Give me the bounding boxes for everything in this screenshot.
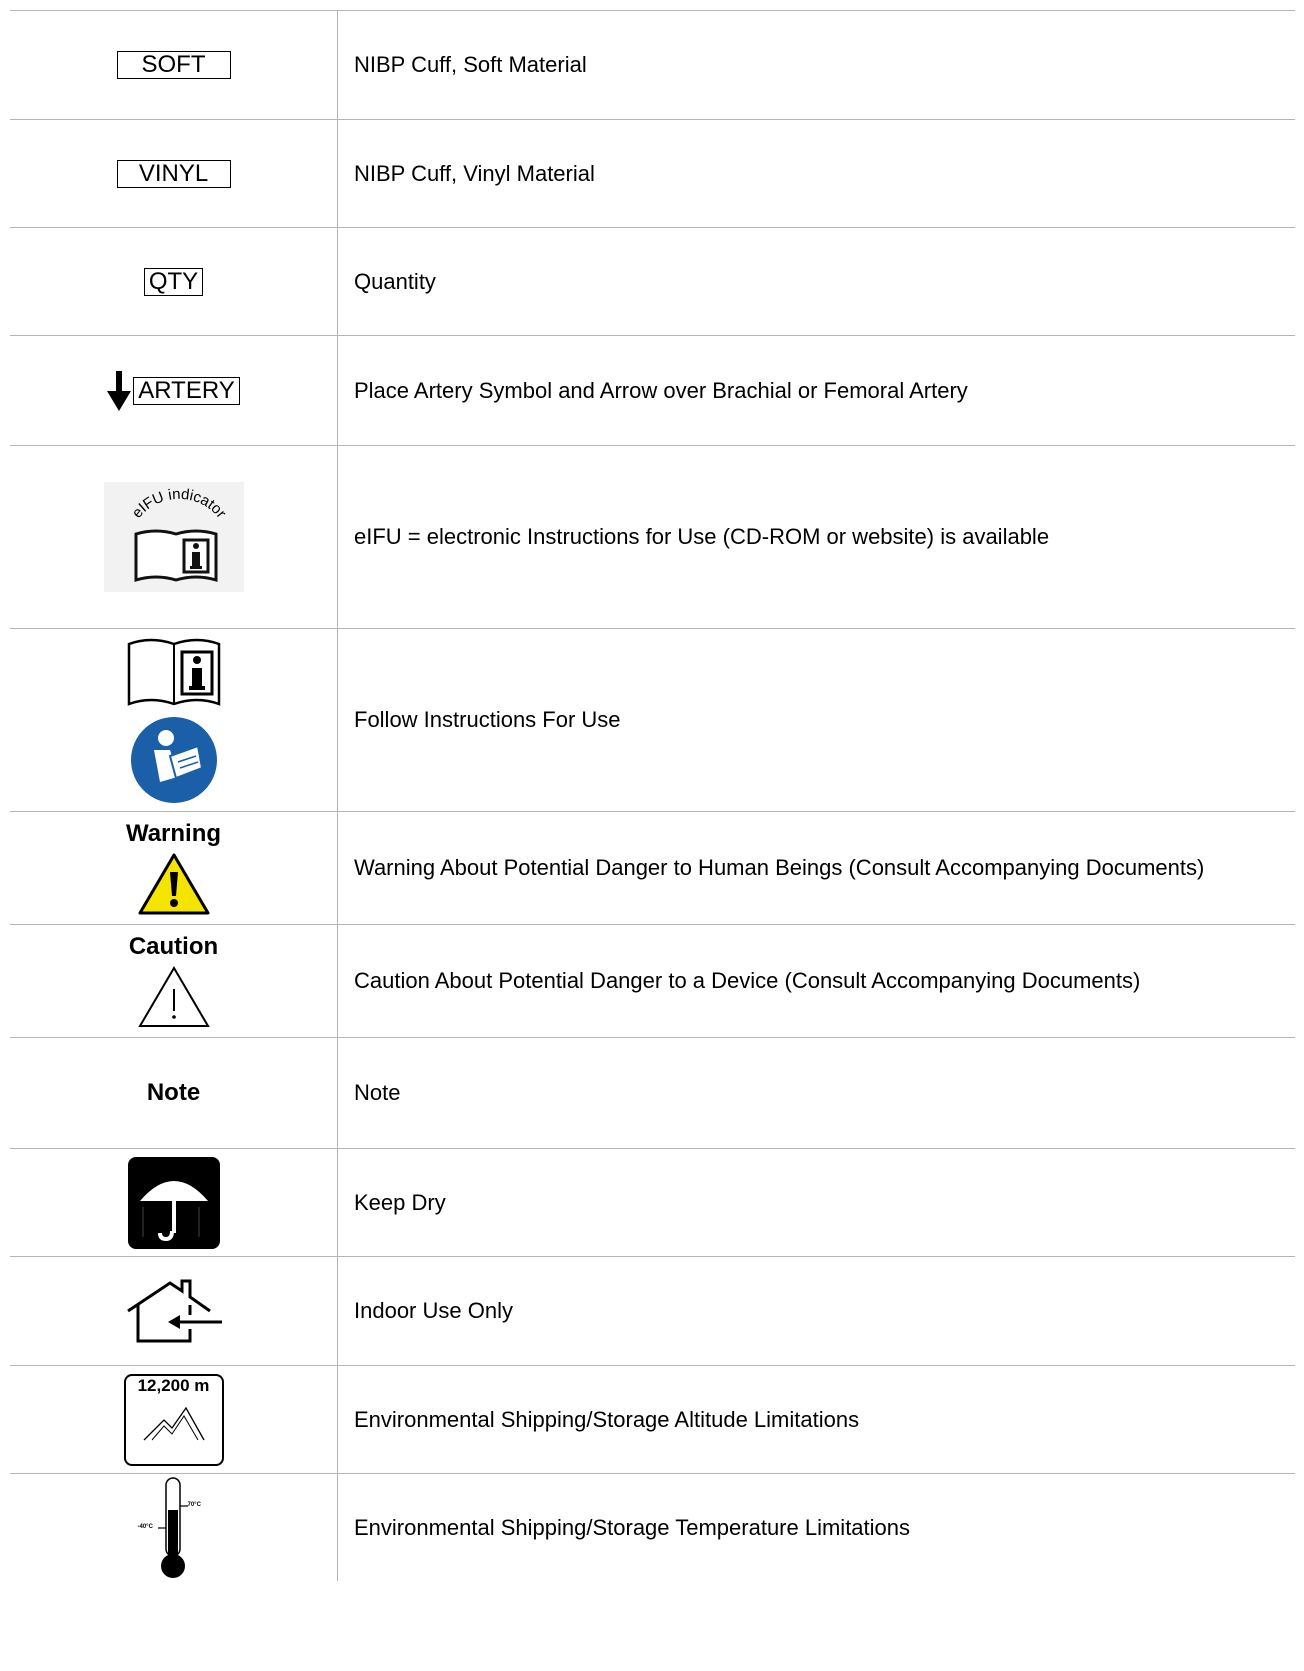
caution-triangle-icon: [137, 965, 210, 1029]
description-cell: Environmental Shipping/Storage Temperatu…: [354, 1514, 911, 1540]
description-cell: eIFU = electronic Instructions for Use (…: [354, 524, 1050, 549]
symbol-cell: Warning: [10, 812, 338, 924]
description-cell: Warning About Potential Danger to Human …: [354, 855, 1205, 880]
description-cell: Note: [354, 1080, 401, 1105]
symbol-cell: Caution: [10, 925, 338, 1037]
eifu-indicator-icon: eIFU indicator: [103, 482, 244, 592]
table-row: Follow Instructions For Use: [10, 628, 1295, 811]
table-row: VINYL NIBP Cuff, Vinyl Material: [10, 119, 1295, 227]
table-row: 70°C -40°C Environmental Shipping/Storag…: [10, 1473, 1295, 1581]
altitude-mountain-icon: 12,200 m: [123, 1373, 224, 1466]
symbol-cell: 70°C -40°C: [10, 1474, 338, 1581]
note-label: Note: [146, 1079, 201, 1106]
table-row: SOFT NIBP Cuff, Soft Material: [10, 10, 1295, 119]
description-cell: Follow Instructions For Use: [354, 707, 621, 732]
artery-symbol: ARTERY: [133, 376, 240, 405]
down-arrow-icon: [107, 370, 132, 411]
symbol-cell: QTY: [10, 228, 338, 335]
symbol-cell: [10, 629, 338, 811]
symbol-cell: ARTERY: [10, 336, 338, 445]
umbrella-icon: [127, 1156, 220, 1249]
temp-low-label: -40°C: [137, 1523, 153, 1530]
symbol-cell: Note: [10, 1038, 338, 1148]
symbol-cell: eIFU indicator: [10, 446, 338, 628]
symbols-table: SOFT NIBP Cuff, Soft Material VINYL NIBP…: [10, 10, 1295, 1581]
symbol-cell: VINYL: [10, 120, 338, 227]
thermometer-icon: 70°C -40°C: [134, 1476, 214, 1580]
description-cell: Caution About Potential Danger to a Devi…: [354, 968, 1141, 993]
table-row: Warning Warning About Potential Danger t…: [10, 811, 1295, 924]
caution-label: Caution: [128, 933, 219, 960]
description-cell: Environmental Shipping/Storage Altitude …: [354, 1406, 860, 1432]
description-cell: Place Artery Symbol and Arrow over Brach…: [354, 377, 968, 403]
table-row: Indoor Use Only: [10, 1256, 1295, 1365]
soft-symbol: SOFT: [116, 51, 231, 79]
vinyl-symbol: VINYL: [116, 159, 231, 188]
symbol-cell: SOFT: [10, 11, 338, 119]
description-cell: Keep Dry: [354, 1189, 446, 1215]
read-manual-icon: [130, 716, 218, 804]
temp-high-label: 70°C: [187, 1501, 201, 1508]
symbol-cell: [10, 1149, 338, 1256]
table-row: Keep Dry: [10, 1148, 1295, 1256]
table-row: eIFU indicator eIFU = electronic Instruc…: [10, 445, 1295, 628]
symbol-cell: 12,200 m: [10, 1366, 338, 1473]
instructions-book-icon: [126, 636, 222, 710]
table-row: QTY Quantity: [10, 227, 1295, 335]
description-cell: Indoor Use Only: [354, 1298, 513, 1323]
indoor-house-icon: [124, 1279, 224, 1343]
table-row: 12,200 m Environmental Shipping/Storage …: [10, 1365, 1295, 1473]
table-row: ARTERY Place Artery Symbol and Arrow ove…: [10, 335, 1295, 445]
table-row: Caution Caution About Potential Danger t…: [10, 924, 1295, 1037]
qty-symbol: QTY: [143, 267, 204, 296]
warning-triangle-icon: [138, 852, 210, 916]
description-cell: Quantity: [354, 268, 436, 294]
symbol-cell: [10, 1257, 338, 1365]
table-row: Note Note: [10, 1037, 1295, 1148]
description-cell: NIBP Cuff, Vinyl Material: [354, 160, 595, 186]
description-cell: NIBP Cuff, Soft Material: [354, 52, 587, 77]
warning-label: Warning: [125, 820, 222, 847]
